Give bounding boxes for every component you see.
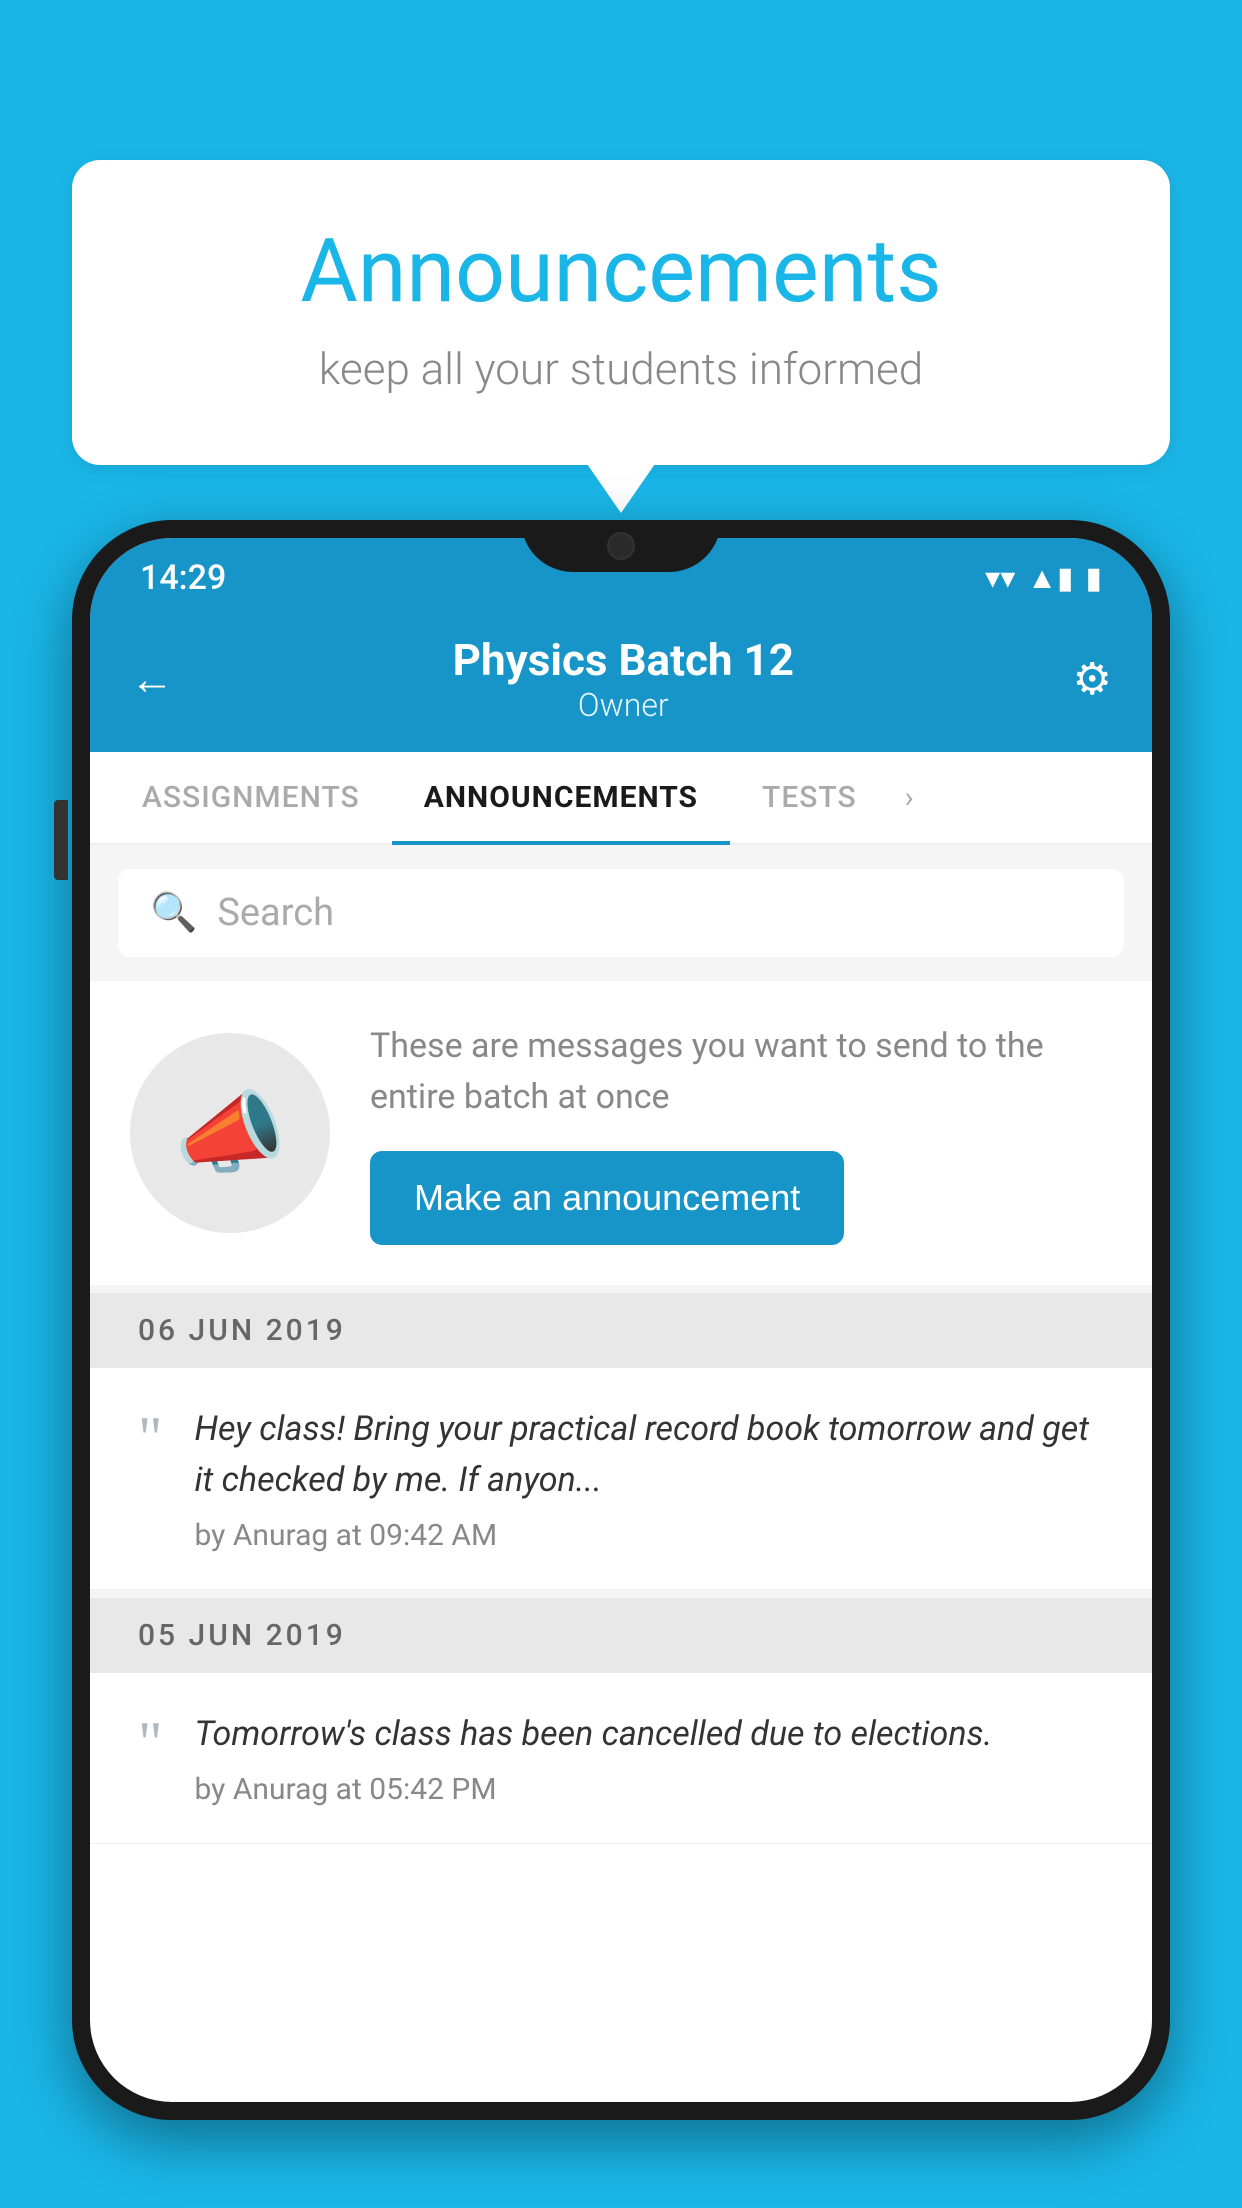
phone-mockup: 14:29 ▾▾ ▲▮ ▮ ← Physics Batch 12 Owner ⚙… [72, 520, 1170, 2208]
megaphone-circle: 📣 [130, 1033, 330, 1233]
phone-notch [521, 520, 721, 572]
announcement-item-1: " Hey class! Bring your practical record… [90, 1368, 1152, 1590]
quote-icon-2: " [138, 1713, 163, 1773]
search-placeholder: Search [217, 891, 334, 935]
announcement-right: These are messages you want to send to t… [370, 1021, 1112, 1245]
tabs-bar: ASSIGNMENTS ANNOUNCEMENTS TESTS › [90, 752, 1152, 845]
tab-announcements[interactable]: ANNOUNCEMENTS [392, 752, 730, 843]
wifi-icon: ▾▾ [985, 561, 1015, 596]
gear-icon[interactable]: ⚙ [1073, 653, 1112, 705]
signal-icon: ▲▮ [1027, 561, 1073, 596]
search-icon: 🔍 [150, 891, 197, 935]
notch-camera [607, 532, 635, 560]
tab-tests[interactable]: TESTS [730, 752, 889, 843]
header-subtitle: Owner [174, 686, 1073, 724]
search-bar[interactable]: 🔍 Search [118, 869, 1124, 957]
content-area: 🔍 Search 📣 These are messages you want t… [90, 845, 1152, 1844]
speech-bubble-subtitle: keep all your students informed [152, 343, 1090, 395]
announcement-text-2: Tomorrow's class has been cancelled due … [195, 1709, 1105, 1760]
header-title: Physics Batch 12 [174, 634, 1073, 686]
announcement-meta-2: by Anurag at 05:42 PM [195, 1772, 1105, 1807]
quote-icon-1: " [138, 1408, 163, 1468]
tab-assignments[interactable]: ASSIGNMENTS [110, 752, 392, 843]
phone-frame: 14:29 ▾▾ ▲▮ ▮ ← Physics Batch 12 Owner ⚙… [72, 520, 1170, 2120]
announcement-description: These are messages you want to send to t… [370, 1021, 1112, 1123]
announcement-content-2: Tomorrow's class has been cancelled due … [195, 1709, 1105, 1807]
tab-more[interactable]: › [889, 752, 930, 843]
announcement-text-1: Hey class! Bring your practical record b… [195, 1404, 1105, 1506]
back-button[interactable]: ← [130, 653, 174, 705]
app-header: ← Physics Batch 12 Owner ⚙ [90, 610, 1152, 752]
announcement-content-1: Hey class! Bring your practical record b… [195, 1404, 1105, 1553]
make-announcement-button[interactable]: Make an announcement [370, 1151, 844, 1245]
announcement-meta-1: by Anurag at 09:42 AM [195, 1518, 1105, 1553]
announcement-item-2: " Tomorrow's class has been cancelled du… [90, 1673, 1152, 1844]
megaphone-icon: 📣 [174, 1081, 286, 1186]
header-title-area: Physics Batch 12 Owner [174, 634, 1073, 724]
status-time: 14:29 [140, 558, 226, 598]
announcement-prompt-card: 📣 These are messages you want to send to… [90, 981, 1152, 1285]
battery-icon: ▮ [1085, 561, 1102, 596]
date-separator-2: 05 JUN 2019 [90, 1598, 1152, 1673]
date-separator-1: 06 JUN 2019 [90, 1293, 1152, 1368]
status-icons: ▾▾ ▲▮ ▮ [985, 561, 1102, 596]
phone-screen: 14:29 ▾▾ ▲▮ ▮ ← Physics Batch 12 Owner ⚙… [90, 538, 1152, 2102]
speech-bubble: Announcements keep all your students inf… [72, 160, 1170, 465]
speech-bubble-title: Announcements [152, 220, 1090, 323]
speech-bubble-section: Announcements keep all your students inf… [72, 160, 1170, 465]
